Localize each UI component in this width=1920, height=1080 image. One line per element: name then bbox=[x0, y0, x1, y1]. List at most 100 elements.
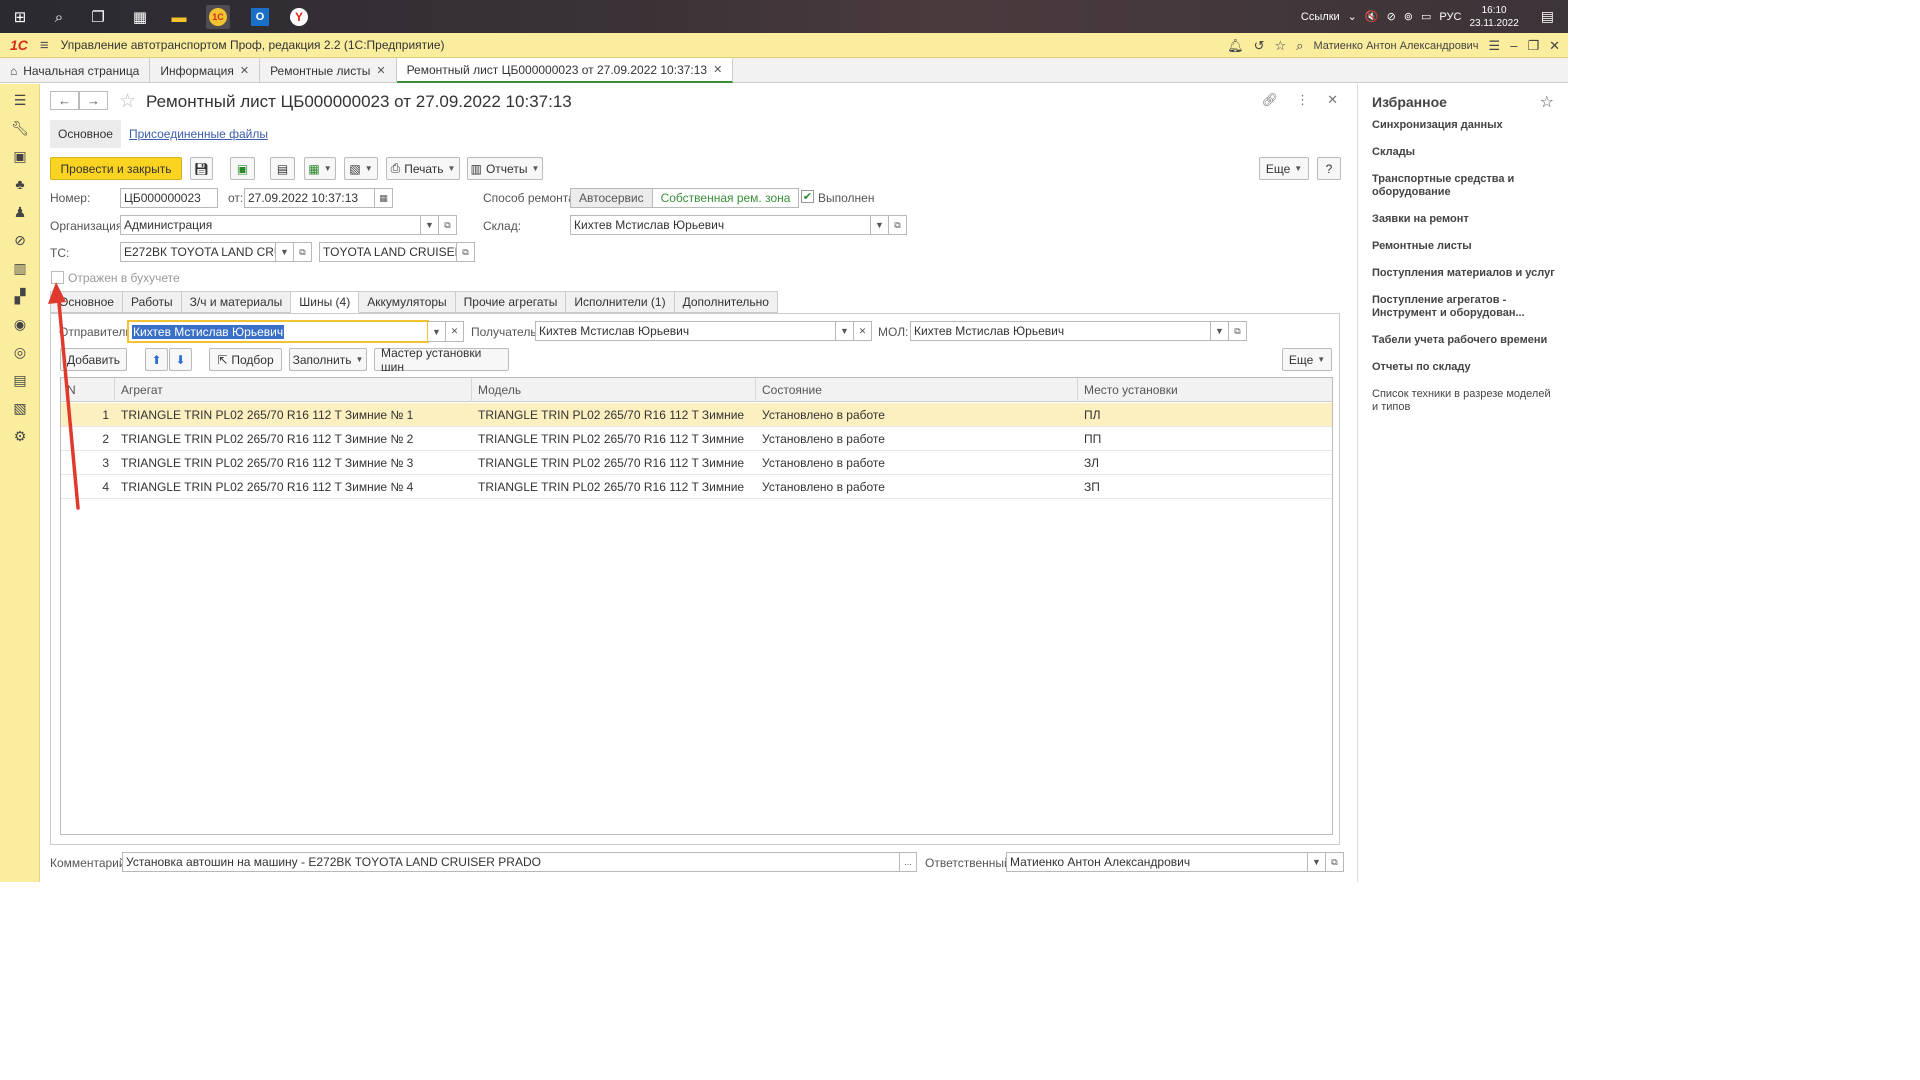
task-view-icon[interactable]: ❐ bbox=[86, 5, 110, 29]
language-indicator[interactable]: РУС bbox=[1439, 11, 1461, 23]
search-icon[interactable]: ⌕ bbox=[47, 5, 71, 29]
tab-batteries[interactable]: Аккумуляторы bbox=[359, 291, 456, 313]
vehicle-field[interactable]: Е272ВК TOYOTA LAND CRUIS bbox=[120, 242, 276, 262]
add-favorite-star-icon[interactable]: ☆ bbox=[119, 90, 136, 113]
close-icon[interactable]: ✕ bbox=[1327, 92, 1338, 108]
money-icon[interactable]: ◎ bbox=[10, 342, 30, 362]
table-row[interactable]: 1 TRIANGLE TRIN PL02 265/70 R16 112 T Зи… bbox=[61, 403, 1332, 427]
repair-method-own-zone[interactable]: Собственная рем. зона bbox=[652, 189, 799, 207]
close-window-icon[interactable]: ✕ bbox=[1549, 38, 1560, 54]
favorite-item[interactable]: Поступление агрегатов - Инструмент и обо… bbox=[1372, 294, 1558, 320]
table-row[interactable]: 2 TRIANGLE TRIN PL02 265/70 R16 112 T Зи… bbox=[61, 427, 1332, 451]
subnav-main[interactable]: Основное bbox=[50, 119, 121, 148]
coins-icon[interactable]: ◉ bbox=[10, 314, 30, 334]
mol-field[interactable]: Кихтев Мстислав Юрьевич bbox=[910, 321, 1211, 341]
restore-icon[interactable]: ❐ bbox=[1527, 38, 1539, 54]
settings-menu-icon[interactable]: ☰ bbox=[1489, 38, 1501, 54]
favorite-item[interactable]: Поступления материалов и услуг bbox=[1372, 267, 1558, 280]
tab-home[interactable]: ⌂ Начальная страница bbox=[0, 58, 151, 83]
calendar-button[interactable]: ▦ bbox=[375, 188, 393, 208]
column-header-unit[interactable]: Агрегат bbox=[115, 378, 472, 402]
link-icon[interactable]: 🔗︎ bbox=[1262, 92, 1279, 108]
fill-button[interactable]: Заполнить ▼ bbox=[289, 348, 367, 371]
close-icon[interactable]: ✕ bbox=[240, 64, 249, 77]
chevron-up-icon[interactable]: ⌄ bbox=[1348, 10, 1357, 23]
tab-additional[interactable]: Дополнительно bbox=[674, 291, 778, 313]
tab-repair-sheet-document[interactable]: Ремонтный лист ЦБ000000023 от 27.09.2022… bbox=[396, 58, 734, 83]
mol-open-button[interactable]: ⧉ bbox=[1229, 321, 1247, 341]
favorite-item[interactable]: Список техники в разрезе моделей и типов bbox=[1372, 388, 1558, 414]
warehouse-open-button[interactable]: ⧉ bbox=[889, 215, 907, 235]
favorite-item[interactable]: Транспортные средства и оборудование bbox=[1372, 173, 1558, 199]
network-icon[interactable]: ▭ bbox=[1421, 10, 1431, 23]
post-and-close-button[interactable]: Провести и закрыть bbox=[50, 157, 182, 180]
print-button[interactable]: ⎙ Печать ▼ bbox=[386, 157, 460, 180]
comment-field[interactable]: Установка автошин на машину - Е272ВК TOY… bbox=[122, 852, 900, 872]
tab-repair-sheets[interactable]: Ремонтные листы ✕ bbox=[260, 58, 397, 83]
minimize-icon[interactable]: – bbox=[1510, 38, 1517, 53]
pick-button[interactable]: ⇱ Подбор bbox=[209, 348, 282, 371]
accounted-checkbox[interactable] bbox=[51, 271, 64, 284]
org-structure-icon[interactable]: ♣ bbox=[10, 174, 30, 194]
responsible-open-button[interactable]: ⧉ bbox=[1326, 852, 1344, 872]
attached-files-link[interactable]: Присоединенные файлы bbox=[129, 127, 268, 141]
yandex-browser-icon[interactable]: Y bbox=[287, 5, 311, 29]
favorite-item[interactable]: Склады bbox=[1372, 146, 1558, 159]
forward-button[interactable]: → bbox=[79, 91, 108, 110]
favorite-item[interactable]: Синхронизация данных bbox=[1372, 119, 1558, 132]
sender-field[interactable]: Кихтев Мстислав Юрьевич bbox=[127, 320, 429, 343]
receiver-clear[interactable]: ✕ bbox=[854, 321, 872, 341]
wrench-icon[interactable]: 🔧︎ bbox=[10, 118, 30, 138]
related-docs-button[interactable]: ▧ ▼ bbox=[344, 157, 378, 180]
more-button[interactable]: Еще ▼ bbox=[1259, 157, 1309, 180]
gear-icon[interactable]: ⚙ bbox=[10, 426, 30, 446]
mol-dropdown[interactable]: ▼ bbox=[1211, 321, 1229, 341]
organization-dropdown[interactable]: ▼ bbox=[421, 215, 439, 235]
create-based-on-button[interactable]: ▦ ▼ bbox=[304, 157, 336, 180]
tab-parts[interactable]: З/ч и материалы bbox=[181, 291, 292, 313]
warehouse-icon[interactable]: ▞ bbox=[10, 286, 30, 306]
close-icon[interactable]: ✕ bbox=[376, 64, 385, 77]
security-icon[interactable]: ⊘ bbox=[1387, 10, 1396, 23]
reports-button[interactable]: ▥ Отчеты ▼ bbox=[467, 157, 543, 180]
windows-start-icon[interactable]: ⊞ bbox=[8, 5, 32, 29]
table-row[interactable]: 4 TRIANGLE TRIN PL02 265/70 R16 112 T Зи… bbox=[61, 475, 1332, 499]
done-checkbox[interactable]: ✔ bbox=[801, 190, 814, 203]
tray-links[interactable]: Ссылки bbox=[1301, 11, 1340, 23]
repair-method-toggle[interactable]: Автосервис Собственная рем. зона bbox=[570, 188, 800, 208]
organization-open-button[interactable]: ⧉ bbox=[439, 215, 457, 235]
notifications-bell-icon[interactable]: 🔔︎ bbox=[1227, 38, 1244, 54]
menu-list-icon[interactable]: ☰ bbox=[10, 90, 30, 110]
documents-icon[interactable]: ▧ bbox=[10, 398, 30, 418]
more-vertical-icon[interactable]: ⋮ bbox=[1296, 92, 1309, 108]
warehouse-dropdown[interactable]: ▼ bbox=[871, 215, 889, 235]
main-menu-icon[interactable]: ≡ bbox=[40, 37, 49, 54]
comment-edit-button[interactable]: ... bbox=[900, 852, 917, 872]
move-up-button[interactable]: ⬆ bbox=[145, 348, 168, 371]
favorite-item[interactable]: Ремонтные листы bbox=[1372, 240, 1558, 253]
back-button[interactable]: ← bbox=[50, 91, 79, 110]
number-field[interactable]: ЦБ000000023 bbox=[120, 188, 218, 208]
repair-method-autoservice[interactable]: Автосервис bbox=[571, 189, 653, 207]
calendar-app-icon[interactable]: ▦ bbox=[128, 5, 152, 29]
receiver-field[interactable]: Кихтев Мстислав Юрьевич bbox=[535, 321, 836, 341]
update-icon[interactable]: ⊚ bbox=[1404, 10, 1413, 23]
warehouse-field[interactable]: Кихтев Мстислав Юрьевич bbox=[570, 215, 871, 235]
people-icon[interactable]: ♟ bbox=[10, 202, 30, 222]
tab-info[interactable]: Информация ✕ bbox=[150, 58, 261, 83]
post-button[interactable]: ▣ bbox=[230, 157, 255, 180]
add-button[interactable]: Добавить bbox=[60, 348, 127, 371]
journal-button[interactable]: ▤ bbox=[270, 157, 295, 180]
history-icon[interactable]: ↺ bbox=[1254, 38, 1265, 54]
compass-icon[interactable]: ⊘ bbox=[10, 230, 30, 250]
responsible-dropdown[interactable]: ▼ bbox=[1308, 852, 1326, 872]
tire-install-wizard-button[interactable]: Мастер установки шин bbox=[374, 346, 509, 374]
save-button[interactable]: 💾︎ bbox=[190, 157, 213, 180]
clock[interactable]: 16:10 23.11.2022 bbox=[1469, 4, 1526, 30]
close-icon[interactable]: ✕ bbox=[713, 63, 722, 76]
date-field[interactable]: 27.09.2022 10:37:13 bbox=[244, 188, 375, 208]
favorite-item[interactable]: Отчеты по складу bbox=[1372, 361, 1558, 374]
volume-muted-icon[interactable]: 🔇 bbox=[1365, 10, 1379, 23]
notifications-icon[interactable]: ▤ bbox=[1541, 8, 1554, 25]
truck-icon[interactable]: ▣ bbox=[10, 146, 30, 166]
